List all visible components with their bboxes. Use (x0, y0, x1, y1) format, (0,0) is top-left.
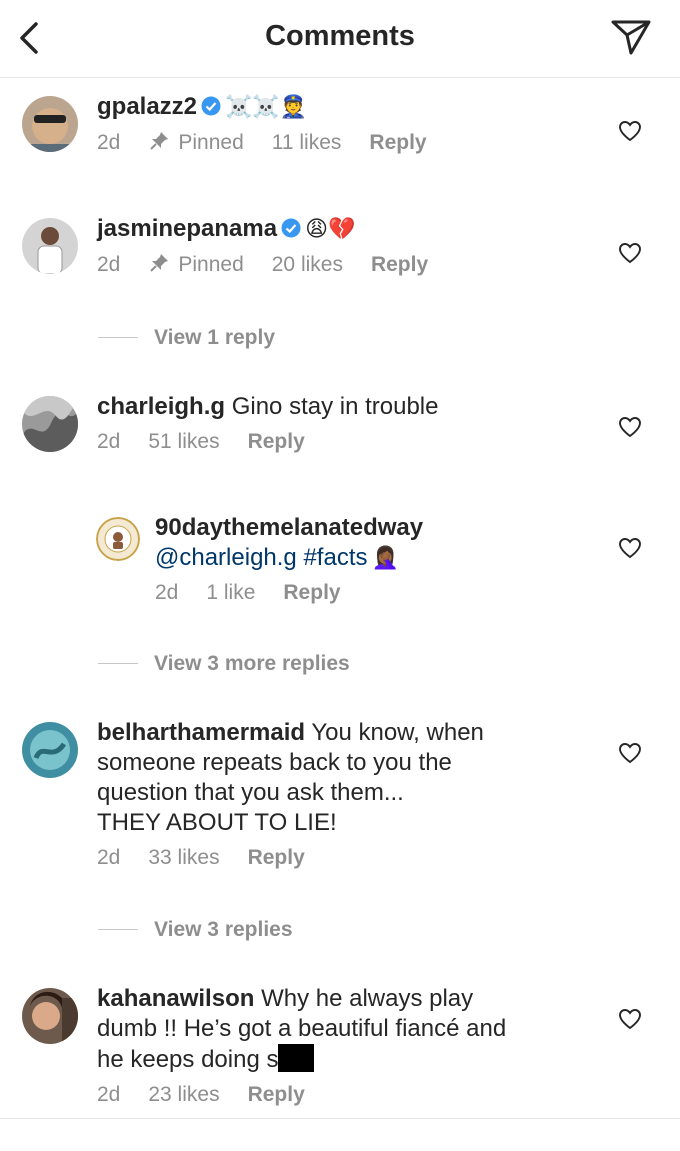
like-heart-icon[interactable] (618, 416, 642, 438)
comment-username[interactable]: 90daythemelanatedway (155, 514, 423, 541)
emoji-reaction-bar (0, 1118, 680, 1151)
comment-username[interactable]: belharthamermaid (97, 719, 305, 746)
comment-emojis: 🤦🏾‍♀️ (371, 545, 399, 570)
divider (98, 929, 138, 930)
comment-username[interactable]: jasminepanama (97, 215, 277, 242)
hashtag-link[interactable]: #facts (303, 544, 367, 571)
comment-time: 2d (97, 430, 121, 453)
comment-username[interactable]: gpalazz2 (97, 93, 197, 120)
view-replies-label: View 3 more replies (154, 652, 350, 675)
verified-badge-icon (281, 218, 301, 238)
comment-emojis: ☠️☠️👮 (225, 94, 308, 119)
pinned-label-group: Pinned (148, 131, 244, 154)
like-heart-icon[interactable] (618, 537, 642, 559)
comment-username[interactable]: kahanawilson (97, 985, 254, 1012)
comment-time: 2d (155, 581, 179, 604)
comment-likes[interactable]: 33 likes (148, 846, 219, 869)
comment-likes[interactable]: 51 likes (148, 430, 219, 453)
like-heart-icon[interactable] (618, 1008, 642, 1030)
comment-likes[interactable]: 23 likes (148, 1083, 219, 1106)
comment-username[interactable]: charleigh.g (97, 393, 225, 420)
view-replies-button[interactable]: View 1 reply (98, 326, 275, 350)
reply-button[interactable]: Reply (283, 581, 340, 604)
view-replies-label: View 1 reply (154, 326, 276, 349)
verified-badge-icon (201, 96, 221, 116)
pinned-label: Pinned (178, 253, 244, 276)
comment-text-line: THEY ABOUT TO LIE! (97, 809, 337, 836)
reply-button[interactable]: Reply (248, 1083, 305, 1106)
comment-text-line: You know, when (311, 719, 484, 746)
avatar[interactable] (22, 218, 78, 274)
comment-text: Gino stay in trouble (231, 393, 439, 420)
divider (98, 663, 138, 664)
view-replies-button[interactable]: View 3 replies (98, 918, 293, 942)
avatar[interactable] (22, 396, 78, 452)
like-heart-icon[interactable] (618, 742, 642, 764)
comment-time: 2d (97, 253, 121, 276)
reply-button[interactable]: Reply (248, 846, 305, 869)
comment-text-line: question that you ask them... (97, 779, 404, 806)
comment-time: 2d (97, 846, 121, 869)
comment-time: 2d (97, 1083, 121, 1106)
reply-button[interactable]: Reply (248, 430, 305, 453)
divider (98, 337, 138, 338)
pin-icon (150, 132, 169, 150)
comment-likes[interactable]: 20 likes (272, 253, 343, 276)
comment-text-line: someone repeats back to you the (97, 749, 452, 776)
like-heart-icon[interactable] (618, 120, 642, 142)
view-replies-label: View 3 replies (154, 918, 293, 941)
view-replies-button[interactable]: View 3 more replies (98, 652, 350, 676)
page-title: Comments (265, 20, 415, 52)
reply-button[interactable]: Reply (371, 253, 428, 276)
comment-likes[interactable]: 11 likes (272, 131, 342, 154)
redaction-box (278, 1044, 315, 1072)
pinned-label-group: Pinned (148, 253, 244, 276)
like-heart-icon[interactable] (618, 242, 642, 264)
comment-text-line: Why he always play (261, 985, 474, 1012)
comment-emojis: 😩💔 (305, 216, 356, 241)
avatar[interactable] (22, 96, 78, 152)
send-icon[interactable] (610, 16, 652, 58)
comment-text-line: he keeps doing s (97, 1046, 279, 1073)
reply-button[interactable]: Reply (369, 131, 426, 154)
avatar[interactable] (96, 517, 140, 561)
comment-likes[interactable]: 1 like (206, 581, 255, 604)
comments-header: Comments (0, 0, 680, 78)
comment-text-line: dumb !! He’s got a beautiful fiancé and (97, 1015, 507, 1042)
pinned-label: Pinned (178, 131, 244, 154)
avatar[interactable] (22, 988, 78, 1044)
pin-icon (150, 254, 169, 272)
mention-link[interactable]: @charleigh.g (155, 544, 297, 571)
avatar[interactable] (22, 722, 78, 778)
comment-time: 2d (97, 131, 121, 154)
